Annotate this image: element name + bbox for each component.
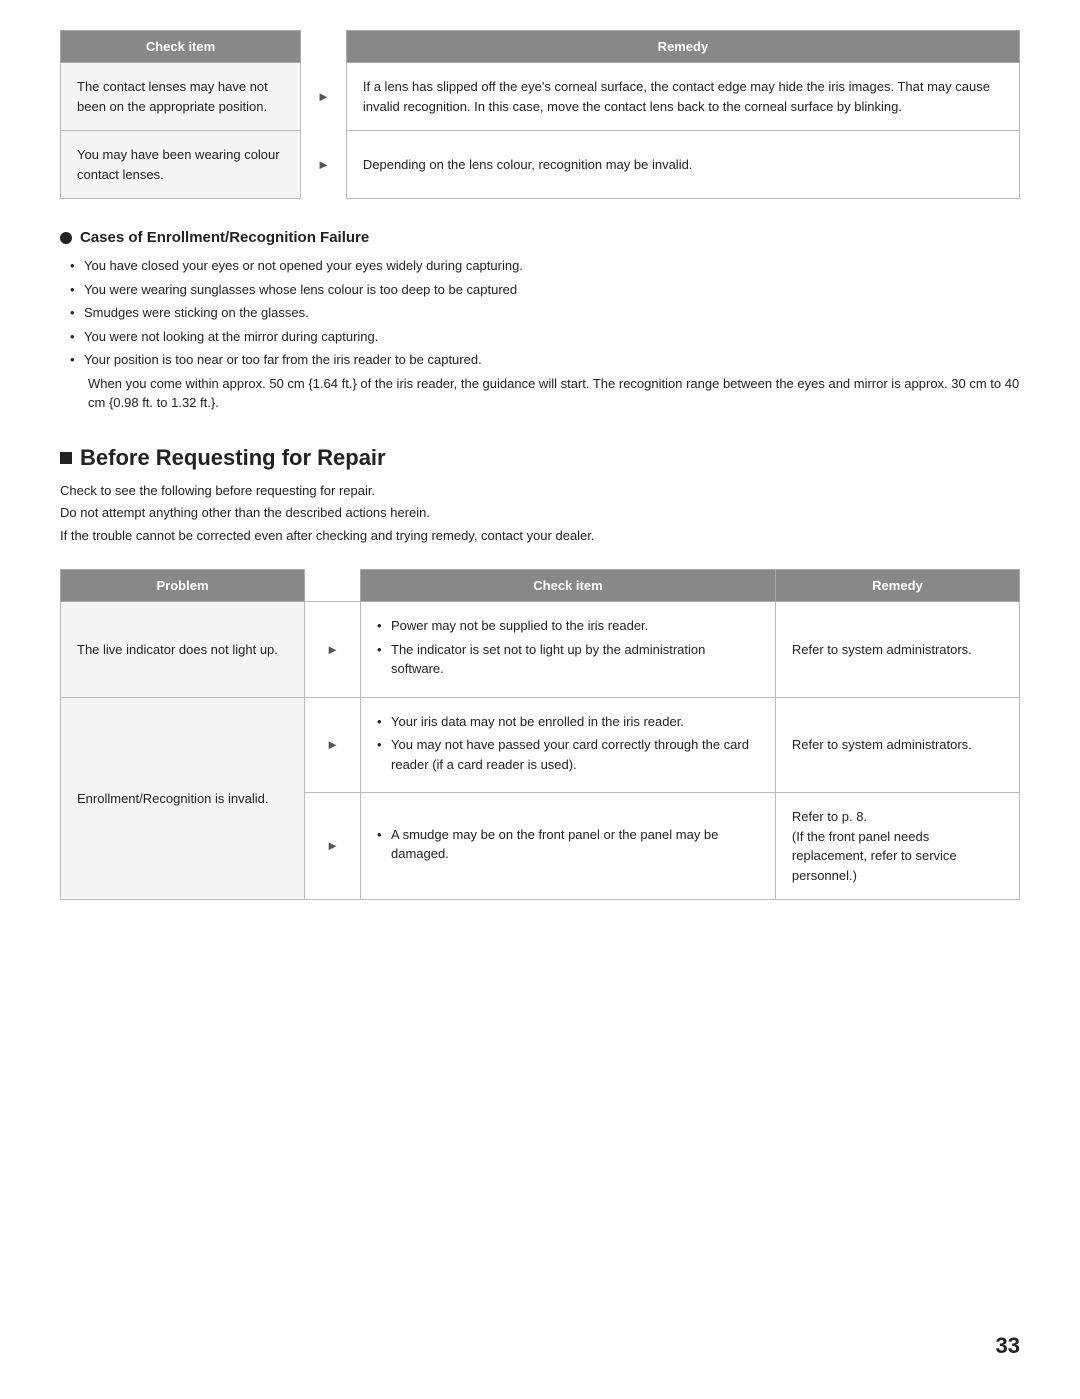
bottom-problem-2: Enrollment/Recognition is invalid. (61, 697, 305, 900)
page-number: 33 (996, 1333, 1020, 1359)
bottom-remedy-header: Remedy (775, 570, 1019, 602)
bottom-check-header: Check item (361, 570, 776, 602)
repair-section: Before Requesting for Repair Check to se… (60, 445, 1020, 546)
top-table-remedy-header: Remedy (346, 31, 1019, 63)
bottom-arrow-2: ► (305, 697, 361, 793)
case-item-1: You have closed your eyes or not opened … (70, 256, 1020, 276)
bottom-problem-1: The live indicator does not light up. (61, 602, 305, 698)
bottom-remedy-3: Refer to p. 8. (If the front panel needs… (775, 793, 1019, 900)
bottom-remedy-2: Refer to system administrators. (775, 697, 1019, 793)
case-item-5: Your position is too near or too far fro… (70, 350, 1020, 370)
bottom-remedy-1: Refer to system administrators. (775, 602, 1019, 698)
bottom-check-2: Your iris data may not be enrolled in th… (361, 697, 776, 793)
repair-line-3: If the trouble cannot be corrected even … (60, 526, 1020, 546)
case-item-2: You were wearing sunglasses whose lens c… (70, 280, 1020, 300)
top-remedy-1: If a lens has slipped off the eye's corn… (346, 63, 1019, 131)
bottom-arrow-1: ► (305, 602, 361, 698)
bottom-check-1-item-2: The indicator is set not to light up by … (377, 640, 759, 679)
bottom-check-2-item-1: Your iris data may not be enrolled in th… (377, 712, 759, 732)
cases-heading: Cases of Enrollment/Recognition Failure (60, 229, 1020, 246)
bottom-check-2-item-2: You may not have passed your card correc… (377, 735, 759, 774)
bottom-table: Problem Check item Remedy The live indic… (60, 569, 1020, 900)
cases-bullet-icon (60, 232, 72, 244)
cases-sub-text: When you come within approx. 50 cm {1.64… (60, 374, 1020, 413)
top-check-2: You may have been wearing colour contact… (61, 131, 301, 199)
bottom-problem-header: Problem (61, 570, 305, 602)
repair-line-2: Do not attempt anything other than the d… (60, 503, 1020, 523)
top-check-1: The contact lenses may have not been on … (61, 63, 301, 131)
case-item-4: You were not looking at the mirror durin… (70, 327, 1020, 347)
bottom-check-1-item-1: Power may not be supplied to the iris re… (377, 616, 759, 636)
cases-section: Cases of Enrollment/Recognition Failure … (60, 229, 1020, 413)
cases-list: You have closed your eyes or not opened … (60, 256, 1020, 370)
bottom-check-1: Power may not be supplied to the iris re… (361, 602, 776, 698)
top-table-check-header: Check item (61, 31, 301, 63)
repair-line-1: Check to see the following before reques… (60, 481, 1020, 501)
repair-bullet-icon (60, 452, 72, 464)
arrow-2: ► (301, 131, 347, 199)
bottom-check-3-item-1: A smudge may be on the front panel or th… (377, 825, 759, 864)
repair-heading: Before Requesting for Repair (60, 445, 1020, 471)
top-remedy-2: Depending on the lens colour, recognitio… (346, 131, 1019, 199)
top-table: Check item Remedy The contact lenses may… (60, 30, 1020, 199)
case-item-3: Smudges were sticking on the glasses. (70, 303, 1020, 323)
bottom-arrow-3: ► (305, 793, 361, 900)
bottom-check-3: A smudge may be on the front panel or th… (361, 793, 776, 900)
arrow-1: ► (301, 63, 347, 131)
